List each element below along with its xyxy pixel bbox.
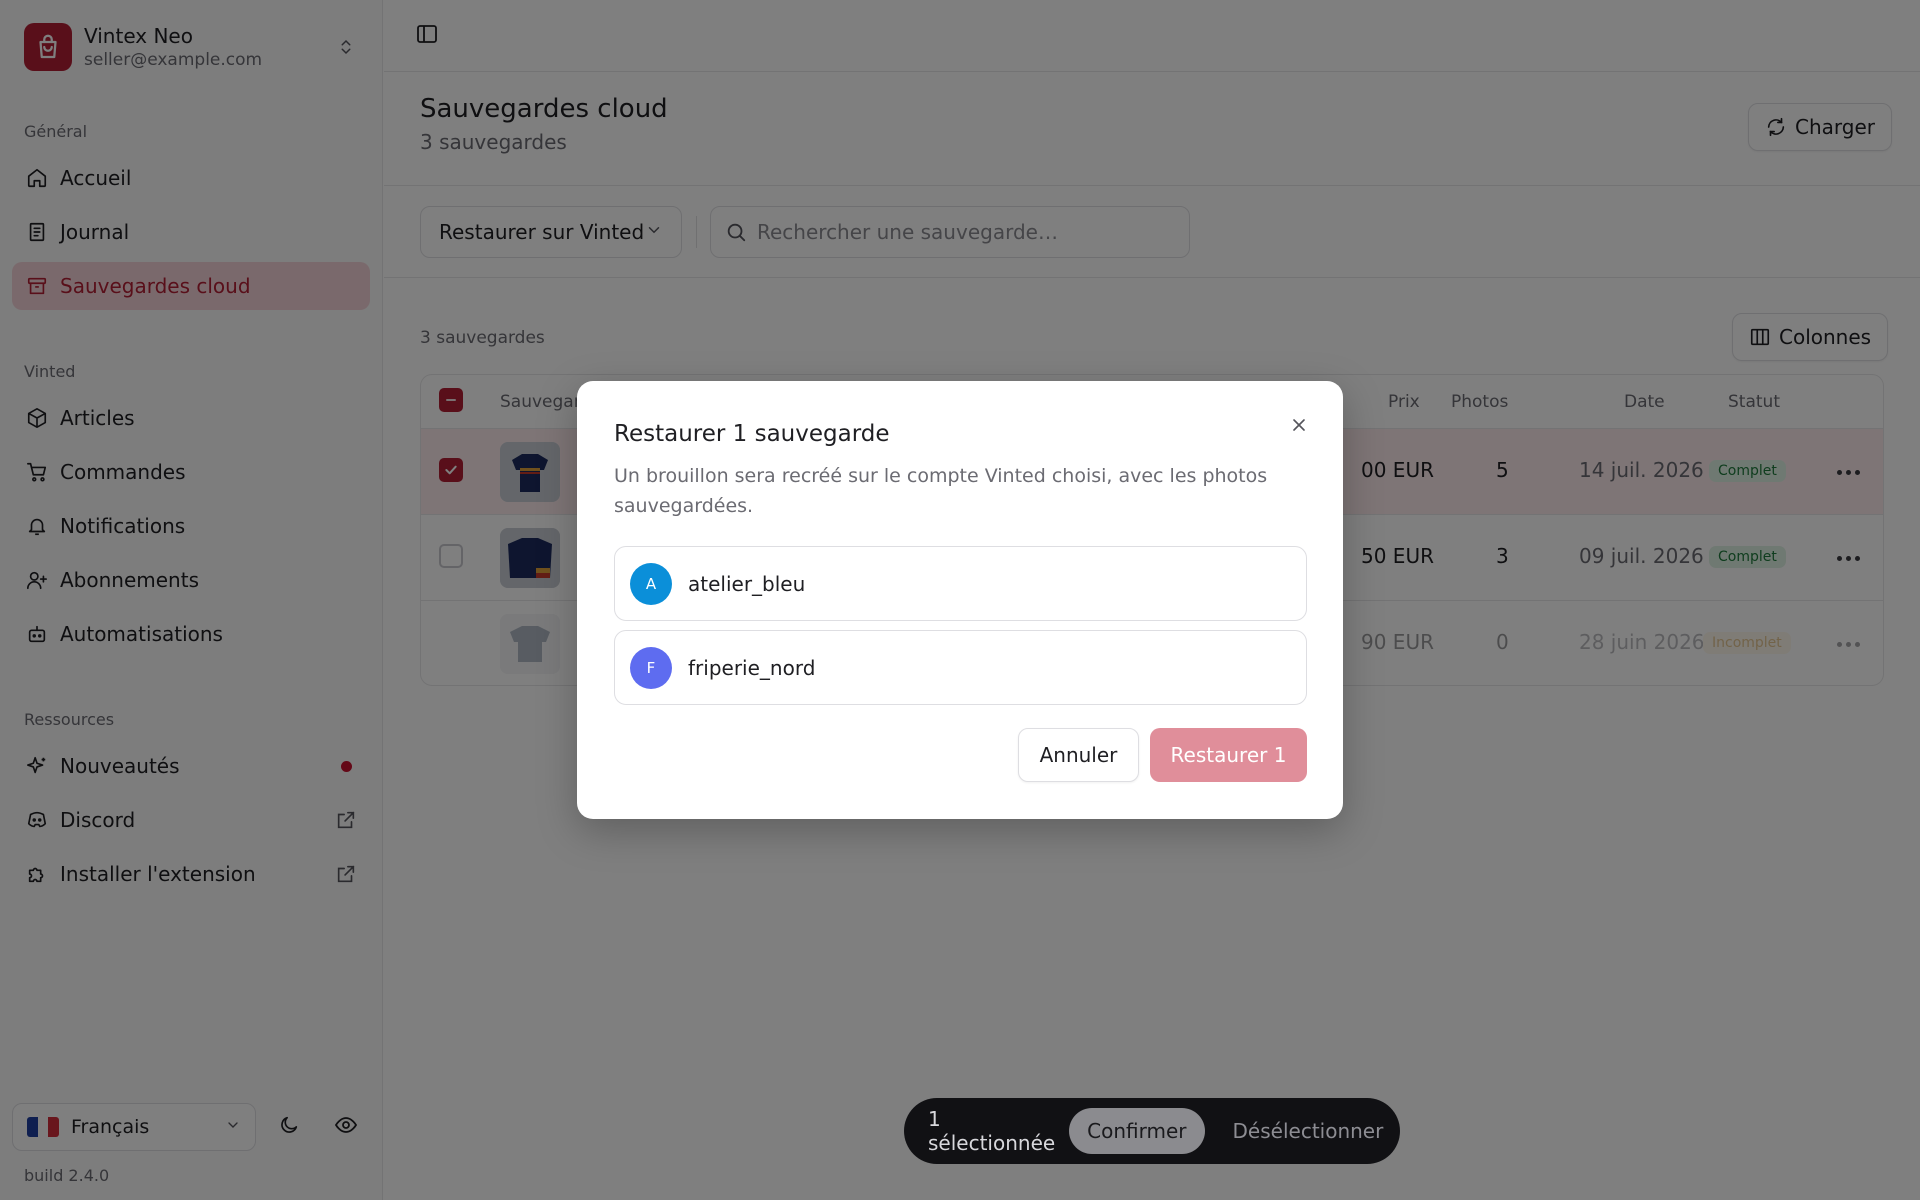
close-icon bbox=[1289, 415, 1309, 439]
close-button[interactable] bbox=[1283, 411, 1315, 443]
account-option-label: atelier_bleu bbox=[688, 571, 806, 596]
confirm-button[interactable]: Confirmer bbox=[1069, 1108, 1205, 1154]
dialog-title: Restaurer 1 sauvegarde bbox=[614, 421, 890, 447]
cancel-button[interactable]: Annuler bbox=[1018, 728, 1139, 782]
deselect-button[interactable]: Désélectionner bbox=[1215, 1108, 1402, 1154]
selection-count: 1 sélectionnée bbox=[928, 1107, 1056, 1155]
avatar: A bbox=[630, 562, 672, 605]
dialog-description: Un brouillon sera recréé sur le compte V… bbox=[614, 465, 1268, 517]
account-option-label: friperie_nord bbox=[688, 655, 816, 680]
restore-button[interactable]: Restaurer 1 bbox=[1150, 728, 1307, 782]
selection-action-bar: 1 sélectionnée Confirmer Désélectionner bbox=[904, 1098, 1400, 1164]
avatar: F bbox=[630, 646, 672, 689]
account-option-friperie-nord[interactable]: F friperie_nord bbox=[614, 630, 1307, 705]
restore-dialog: Restaurer 1 sauvegarde Un brouillon sera… bbox=[577, 381, 1343, 819]
account-option-atelier-bleu[interactable]: A atelier_bleu bbox=[614, 546, 1307, 621]
